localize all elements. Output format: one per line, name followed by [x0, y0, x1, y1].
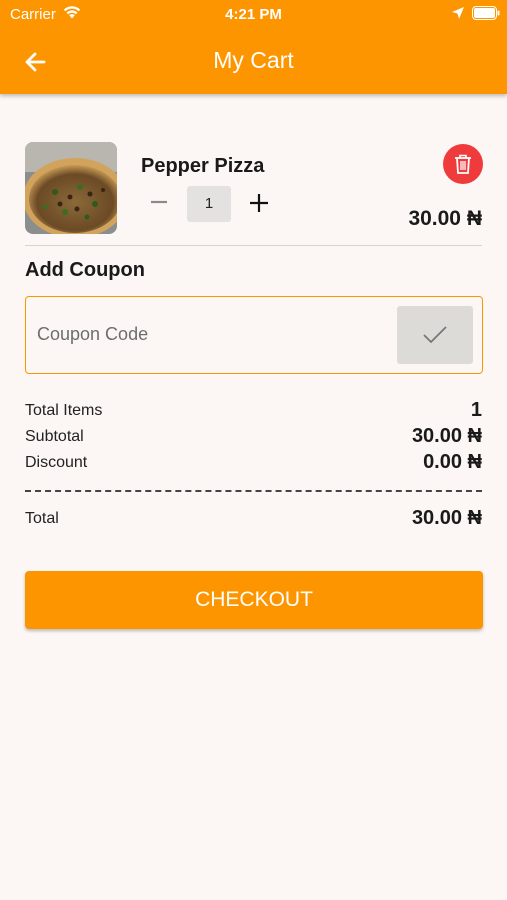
coupon-input[interactable] [37, 313, 377, 355]
dashed-divider [25, 490, 482, 492]
item-price: 30.00 ₦ [408, 207, 482, 230]
battery-icon [472, 6, 500, 25]
discount-value: 0.00 ₦ [423, 451, 482, 473]
subtotal-value: 30.00 ₦ [411, 425, 482, 447]
checkout-button[interactable]: CHECKOUT [25, 571, 483, 629]
decrease-quantity-icon[interactable] [147, 190, 171, 214]
app-header: Carrier 4:21 PM My Cart [0, 0, 507, 94]
total-items-label: Total Items [25, 402, 103, 419]
subtotal-label: Subtotal [25, 428, 84, 445]
status-time: 4:21 PM [225, 6, 282, 23]
coupon-field-container [25, 296, 483, 374]
delete-item-button[interactable] [443, 144, 483, 184]
coupon-title: Add Coupon [25, 259, 145, 281]
quantity-value: 1 [187, 186, 231, 222]
pizza-image [25, 142, 117, 234]
total-items-value: 1 [470, 399, 482, 421]
increase-quantity-icon[interactable] [247, 191, 271, 215]
trash-icon [455, 154, 471, 174]
divider [25, 245, 482, 246]
status-bar: Carrier 4:21 PM [0, 0, 507, 28]
total-label: Total [25, 510, 59, 527]
location-arrow-icon [451, 6, 465, 25]
page-title: My Cart [213, 47, 294, 73]
discount-label: Discount [25, 454, 88, 471]
checkmark-icon [423, 326, 447, 344]
apply-coupon-button[interactable] [397, 306, 473, 364]
total-value: 30.00 ₦ [411, 507, 482, 529]
item-name: Pepper Pizza [141, 155, 265, 177]
